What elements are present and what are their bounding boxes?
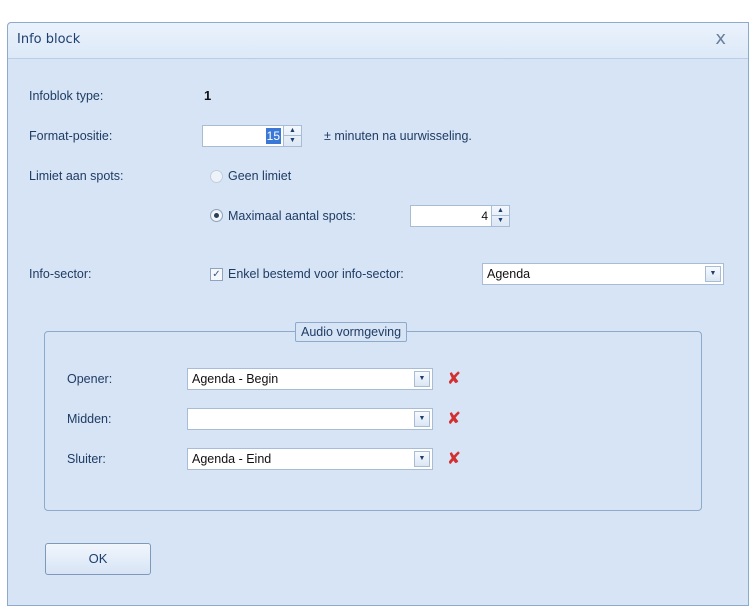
- infoblok-type-label: Infoblok type:: [29, 89, 104, 103]
- opener-label: Opener:: [67, 372, 113, 386]
- format-positie-label: Format-positie:: [29, 129, 113, 143]
- maximaal-spots-spinner[interactable]: 4 ▲ ▼: [410, 205, 510, 227]
- spin-updown-icon[interactable]: ▲ ▼: [283, 126, 301, 146]
- audio-vormgeving-title: Audio vormgeving: [295, 322, 408, 342]
- radio-maximaal-spots-label: Maximaal aantal spots:: [228, 209, 356, 223]
- info-sector-checkbox[interactable]: ✓: [210, 268, 223, 281]
- limiet-label: Limiet aan spots:: [29, 169, 124, 183]
- sluiter-label: Sluiter:: [67, 452, 106, 466]
- format-positie-suffix: ± minuten na uurwisseling.: [324, 129, 472, 143]
- maximaal-spots-value: 4: [481, 209, 488, 223]
- sluiter-dropdown[interactable]: Agenda - Eind ▼: [187, 448, 433, 470]
- chevron-down-icon[interactable]: ▼: [414, 451, 430, 467]
- radio-geen-limiet-label: Geen limiet: [228, 169, 292, 183]
- infoblok-type-value: 1: [204, 88, 212, 103]
- info-block-dialog: Info block x Infoblok type: 1 Format-pos…: [7, 22, 749, 606]
- audio-vormgeving-group: Audio vormgeving Opener: Agenda - Begin …: [44, 322, 702, 511]
- delete-x-icon[interactable]: ✘: [445, 450, 463, 468]
- spin-up-icon[interactable]: ▲: [492, 206, 509, 216]
- midden-dropdown[interactable]: ▼: [187, 408, 433, 430]
- ok-button[interactable]: OK: [45, 543, 151, 575]
- format-positie-spinner[interactable]: 15 ▲ ▼: [202, 125, 302, 147]
- midden-label: Midden:: [67, 412, 112, 426]
- spin-updown-icon[interactable]: ▲ ▼: [491, 206, 509, 226]
- radio-geen-limiet[interactable]: [210, 170, 223, 183]
- sluiter-value: Agenda - Eind: [192, 452, 272, 466]
- info-sector-checkbox-label: Enkel bestemd voor info-sector:: [228, 267, 404, 281]
- chevron-down-icon[interactable]: ▼: [414, 371, 430, 387]
- delete-x-icon[interactable]: ✘: [445, 370, 463, 388]
- info-sector-label: Info-sector:: [29, 267, 92, 281]
- radio-maximaal-spots[interactable]: [210, 209, 223, 222]
- chevron-down-icon[interactable]: ▼: [414, 411, 430, 427]
- title-bar: Info block x: [8, 23, 748, 59]
- info-sector-dropdown[interactable]: Agenda ▼: [482, 263, 724, 285]
- close-icon[interactable]: x: [715, 28, 726, 49]
- opener-dropdown[interactable]: Agenda - Begin ▼: [187, 368, 433, 390]
- spin-up-icon[interactable]: ▲: [284, 126, 301, 136]
- window-title: Info block: [17, 32, 81, 47]
- chevron-down-icon[interactable]: ▼: [705, 266, 721, 282]
- spin-down-icon[interactable]: ▼: [284, 136, 301, 146]
- info-sector-value: Agenda: [487, 267, 531, 281]
- spin-down-icon[interactable]: ▼: [492, 216, 509, 226]
- format-positie-value: 15: [265, 128, 281, 144]
- opener-value: Agenda - Begin: [192, 372, 279, 386]
- delete-x-icon[interactable]: ✘: [445, 410, 463, 428]
